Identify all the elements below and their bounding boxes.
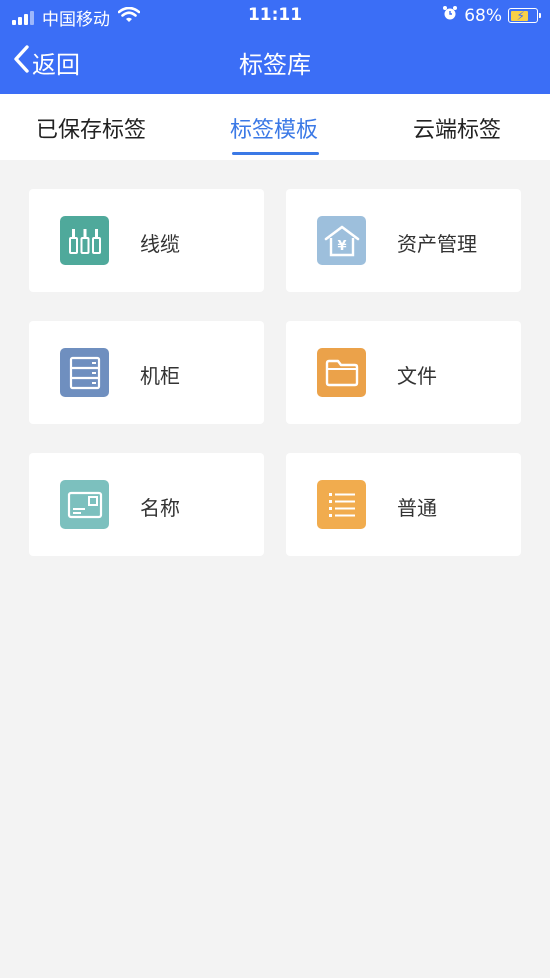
template-label: 资产管理 (397, 232, 477, 256)
tab-label-templates[interactable]: 标签模板 (230, 112, 318, 144)
template-label: 普通 (397, 496, 437, 520)
folder-icon (317, 348, 366, 397)
template-card-name[interactable]: 名称 (29, 453, 264, 556)
app-header: 中国移动 11:11 68% ⚡ 返回 标签库 (0, 0, 550, 94)
active-tab-indicator (232, 152, 319, 155)
battery-percent: 68% (464, 5, 502, 26)
cabinet-icon (60, 348, 109, 397)
cable-icon (60, 216, 109, 265)
template-card-cable[interactable]: 线缆 (29, 189, 264, 292)
template-card-general[interactable]: 普通 (286, 453, 521, 556)
tab-saved-labels[interactable]: 已保存标签 (36, 112, 146, 144)
status-bar: 中国移动 11:11 68% ⚡ (0, 0, 550, 30)
template-label: 文件 (397, 364, 437, 388)
svg-text:¥: ¥ (337, 239, 346, 254)
page-title: 标签库 (239, 51, 311, 79)
asset-house-icon: ¥ (317, 216, 366, 265)
template-label: 名称 (140, 496, 180, 520)
list-icon (317, 480, 366, 529)
alarm-icon (442, 5, 458, 26)
template-label: 线缆 (140, 232, 180, 256)
tab-cloud-labels[interactable]: 云端标签 (413, 112, 501, 144)
tab-bar: 已保存标签 标签模板 云端标签 (0, 94, 550, 160)
template-card-asset[interactable]: ¥ 资产管理 (286, 189, 521, 292)
template-card-cabinet[interactable]: 机柜 (29, 321, 264, 424)
nav-bar: 返回 标签库 (0, 30, 550, 94)
template-card-file[interactable]: 文件 (286, 321, 521, 424)
battery-icon: ⚡ (508, 8, 541, 23)
template-label: 机柜 (140, 364, 180, 388)
name-card-icon (60, 480, 109, 529)
